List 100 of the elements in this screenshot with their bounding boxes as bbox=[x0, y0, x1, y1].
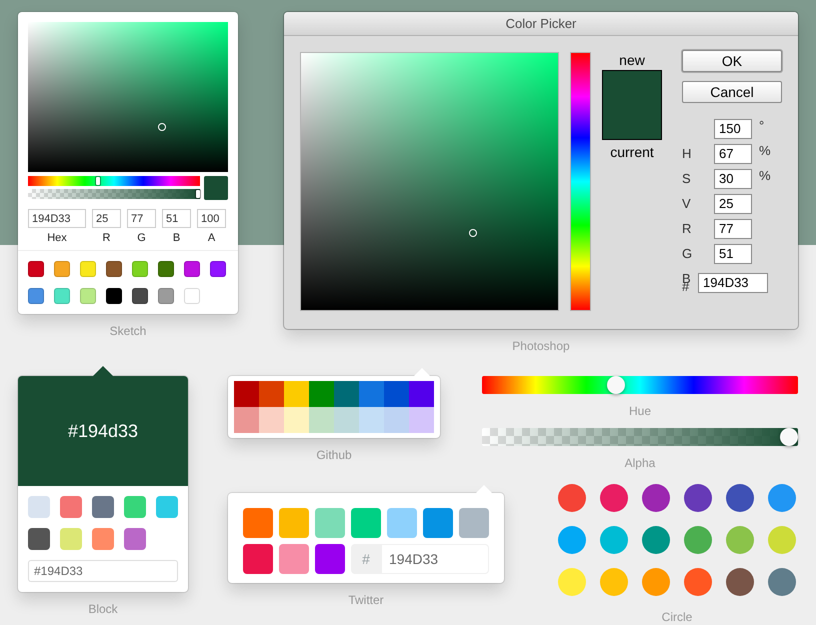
color-swatch[interactable] bbox=[28, 496, 50, 518]
color-swatch[interactable] bbox=[132, 261, 148, 277]
color-circle[interactable] bbox=[684, 526, 712, 554]
color-swatch[interactable] bbox=[423, 508, 453, 538]
color-swatch[interactable] bbox=[384, 381, 409, 407]
value-field[interactable]: 150 bbox=[714, 118, 752, 138]
color-swatch[interactable] bbox=[334, 381, 359, 407]
value-field[interactable]: 67 bbox=[714, 144, 752, 164]
color-swatch[interactable] bbox=[279, 508, 309, 538]
saturation-area[interactable] bbox=[28, 22, 228, 172]
color-swatch[interactable] bbox=[156, 496, 178, 518]
color-swatch[interactable] bbox=[54, 288, 70, 304]
color-swatch[interactable] bbox=[409, 381, 434, 407]
color-swatch[interactable] bbox=[60, 496, 82, 518]
color-swatch[interactable] bbox=[132, 288, 148, 304]
value-field[interactable]: 25 bbox=[92, 209, 121, 228]
color-swatch[interactable] bbox=[60, 528, 82, 550]
color-circle[interactable] bbox=[726, 568, 754, 596]
color-swatch[interactable] bbox=[243, 544, 273, 574]
color-circle[interactable] bbox=[600, 484, 628, 512]
value-field[interactable]: 194D33 bbox=[698, 272, 768, 292]
color-swatch[interactable] bbox=[210, 261, 226, 277]
alpha-slider[interactable] bbox=[482, 428, 798, 446]
color-swatch[interactable] bbox=[28, 528, 50, 550]
value-field[interactable]: 51 bbox=[714, 244, 752, 264]
color-swatch[interactable] bbox=[309, 407, 334, 433]
color-circle[interactable] bbox=[768, 484, 796, 512]
value-field[interactable]: 25 bbox=[714, 194, 752, 214]
color-swatch[interactable] bbox=[28, 288, 44, 304]
color-circle[interactable] bbox=[768, 526, 796, 554]
color-swatch[interactable] bbox=[124, 496, 146, 518]
hex-field[interactable]: 194D33 bbox=[381, 544, 489, 574]
color-swatch[interactable] bbox=[184, 288, 200, 304]
color-swatch[interactable] bbox=[279, 544, 309, 574]
value-field[interactable]: 100 bbox=[197, 209, 226, 228]
color-swatch[interactable] bbox=[92, 496, 114, 518]
color-swatch[interactable] bbox=[158, 288, 174, 304]
color-swatch[interactable] bbox=[384, 407, 409, 433]
color-swatch[interactable] bbox=[409, 407, 434, 433]
color-swatch[interactable] bbox=[124, 528, 146, 550]
slider-thumb[interactable] bbox=[607, 376, 626, 394]
color-swatch[interactable] bbox=[334, 407, 359, 433]
color-circle[interactable] bbox=[684, 484, 712, 512]
slider-thumb[interactable] bbox=[96, 177, 100, 185]
field-label: A bbox=[208, 232, 216, 244]
color-circle[interactable] bbox=[600, 568, 628, 596]
color-swatch[interactable] bbox=[158, 261, 174, 277]
color-swatch[interactable] bbox=[284, 381, 309, 407]
color-swatch[interactable] bbox=[234, 381, 259, 407]
hue-slider[interactable] bbox=[482, 376, 798, 394]
color-swatch[interactable] bbox=[80, 261, 96, 277]
color-swatch[interactable] bbox=[309, 381, 334, 407]
color-circle[interactable] bbox=[558, 484, 586, 512]
color-circle[interactable] bbox=[642, 484, 670, 512]
ok-button[interactable]: OK bbox=[682, 50, 782, 72]
color-circle[interactable] bbox=[558, 568, 586, 596]
picker-pointer[interactable] bbox=[158, 123, 166, 131]
value-field[interactable]: 194D33 bbox=[28, 209, 86, 228]
color-circle[interactable] bbox=[600, 526, 628, 554]
value-field[interactable]: 77 bbox=[127, 209, 156, 228]
cancel-button[interactable]: Cancel bbox=[682, 81, 782, 103]
picker-caption: Circle bbox=[662, 610, 692, 624]
value-field[interactable]: 30 bbox=[714, 168, 752, 188]
color-circle[interactable] bbox=[726, 484, 754, 512]
color-swatch[interactable] bbox=[315, 544, 345, 574]
color-swatch[interactable] bbox=[184, 261, 200, 277]
color-swatch[interactable] bbox=[106, 261, 122, 277]
value-field[interactable]: 51 bbox=[162, 209, 191, 228]
color-swatch[interactable] bbox=[387, 508, 417, 538]
color-circle[interactable] bbox=[768, 568, 796, 596]
hex-field[interactable]: #194D33 bbox=[28, 560, 178, 582]
color-swatch[interactable] bbox=[259, 381, 284, 407]
picker-pointer[interactable] bbox=[469, 228, 478, 237]
color-circle[interactable] bbox=[726, 526, 754, 554]
color-circle[interactable] bbox=[684, 568, 712, 596]
color-swatch[interactable] bbox=[359, 407, 384, 433]
picker-caption: Github bbox=[315, 448, 353, 462]
hue-slider[interactable] bbox=[28, 176, 200, 186]
color-swatch[interactable] bbox=[243, 508, 273, 538]
color-swatch[interactable] bbox=[259, 407, 284, 433]
color-circle[interactable] bbox=[642, 526, 670, 554]
color-swatch[interactable] bbox=[54, 261, 70, 277]
color-swatch[interactable] bbox=[80, 288, 96, 304]
color-swatch[interactable] bbox=[284, 407, 309, 433]
color-swatch[interactable] bbox=[351, 508, 381, 538]
color-swatch[interactable] bbox=[106, 288, 122, 304]
color-circle[interactable] bbox=[642, 568, 670, 596]
color-swatch[interactable] bbox=[459, 508, 489, 538]
color-swatch[interactable] bbox=[315, 508, 345, 538]
slider-thumb[interactable] bbox=[780, 428, 798, 446]
color-swatch[interactable] bbox=[359, 381, 384, 407]
color-swatch[interactable] bbox=[92, 528, 114, 550]
value-field[interactable]: 77 bbox=[714, 218, 752, 238]
saturation-area[interactable] bbox=[300, 52, 559, 311]
color-swatch[interactable] bbox=[28, 261, 44, 277]
alpha-slider[interactable] bbox=[28, 189, 200, 199]
color-circle[interactable] bbox=[558, 526, 586, 554]
preview-label: current bbox=[610, 144, 654, 161]
color-swatch[interactable] bbox=[234, 407, 259, 433]
slider-thumb[interactable] bbox=[196, 190, 200, 198]
